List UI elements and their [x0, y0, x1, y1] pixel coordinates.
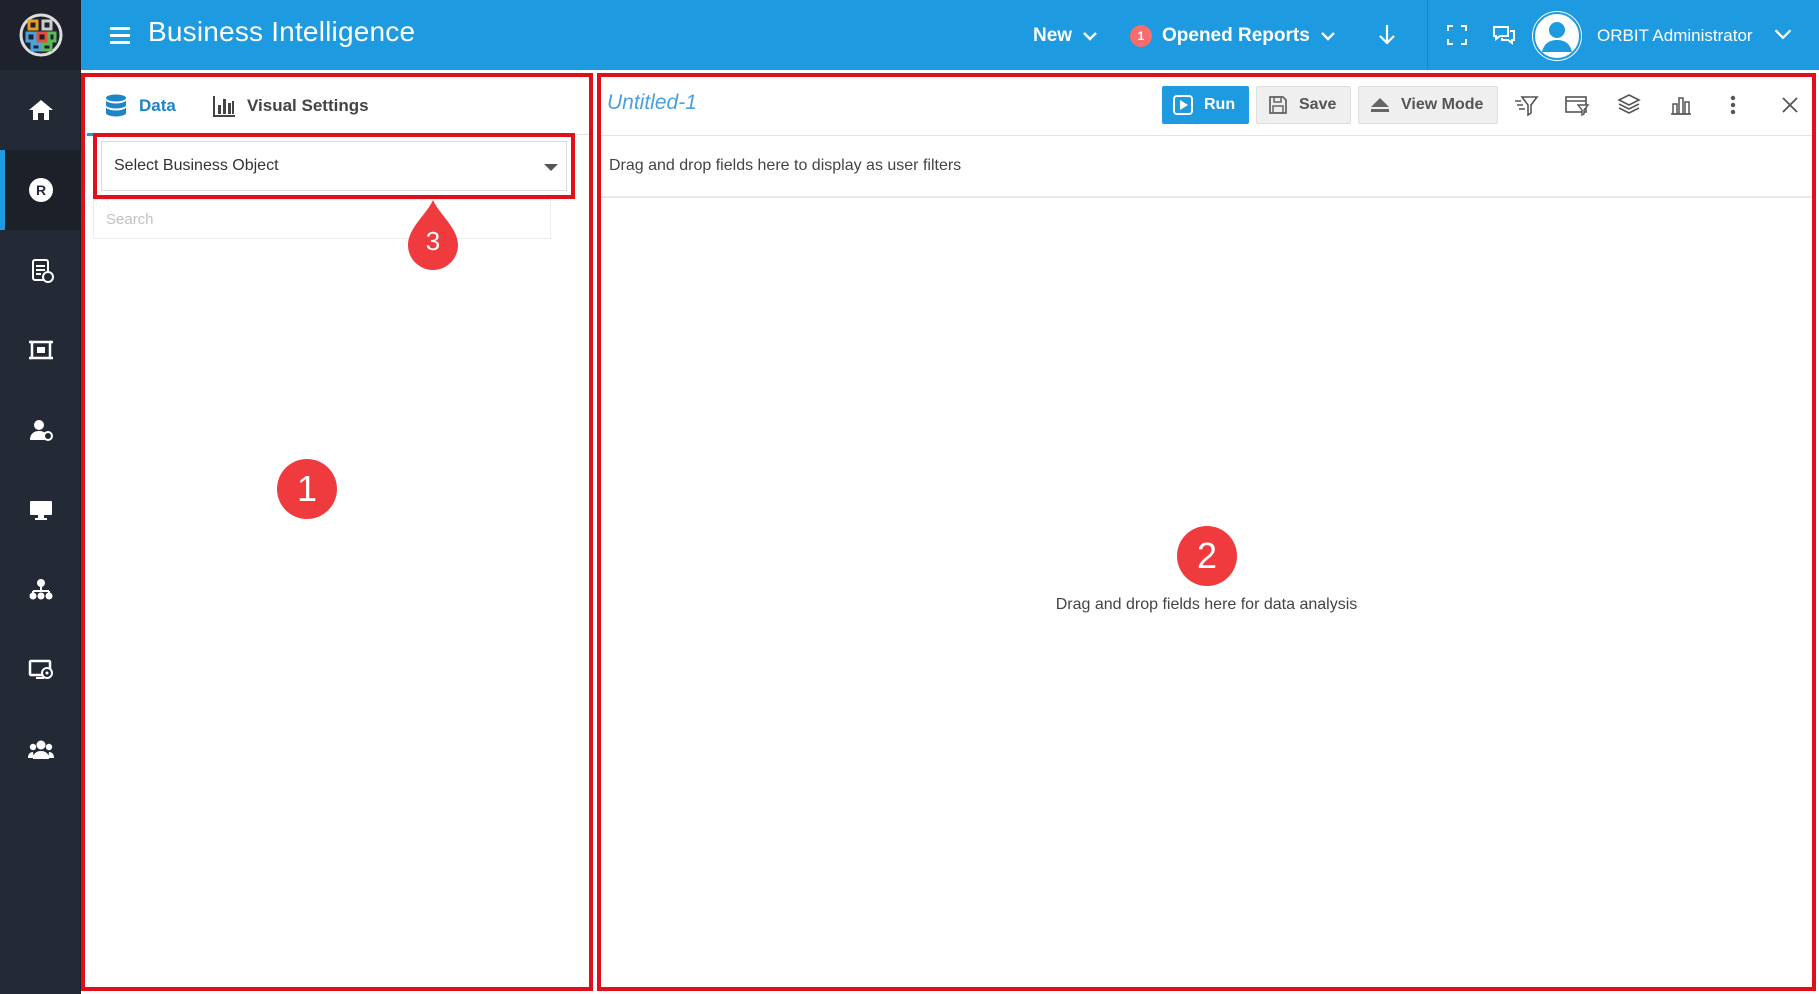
nav-rail: R — [0, 0, 81, 994]
nav-reports[interactable]: R — [0, 150, 81, 230]
report-designer-panel: Untitled-1 Run Save View Mode Drag and d… — [597, 73, 1816, 991]
more-vertical-icon[interactable] — [1720, 92, 1746, 118]
hierarchy-icon — [29, 579, 52, 600]
callout-marker-3: 3 — [406, 198, 460, 272]
search-input[interactable] — [93, 199, 551, 239]
dashboard-frame-icon — [28, 340, 53, 360]
app-logo[interactable] — [0, 0, 81, 70]
monitor-icon — [29, 501, 52, 520]
callout-marker-3-label: 3 — [425, 226, 441, 256]
tab-data[interactable]: Data — [87, 77, 196, 136]
chevron-down-icon — [1083, 32, 1097, 41]
report-title[interactable]: Untitled-1 — [607, 91, 697, 115]
orbit-logo-icon — [19, 13, 62, 57]
filter-panel-icon[interactable] — [1564, 92, 1590, 118]
callout-marker-1: 1 — [277, 459, 337, 519]
top-header: Business Intelligence New 1 Opened Repor… — [81, 0, 1819, 70]
dropdown-caret-icon — [544, 164, 558, 171]
user-settings-icon — [29, 420, 53, 441]
chevron-down-icon — [1320, 32, 1335, 41]
fullscreen-icon[interactable] — [1444, 22, 1470, 48]
chart-icon[interactable] — [1668, 92, 1694, 118]
analysis-drop-zone[interactable]: 2 Drag and drop fields here for data ana… — [601, 200, 1812, 987]
business-object-select-value: Select Business Object — [114, 157, 279, 174]
nav-user-settings[interactable] — [0, 390, 81, 470]
filter-icon[interactable] — [1513, 92, 1539, 118]
user-name[interactable]: ORBIT Administrator — [1597, 26, 1753, 46]
opened-reports-count-badge: 1 — [1130, 25, 1152, 47]
business-object-highlight: Select Business Object — [93, 133, 575, 199]
messages-icon[interactable] — [1491, 22, 1517, 48]
tab-data-label: Data — [139, 96, 176, 115]
nav-dashboards[interactable] — [0, 310, 81, 390]
save-floppy-icon — [1269, 96, 1287, 114]
opened-reports-label: Opened Reports — [1162, 25, 1310, 46]
tab-visual-settings[interactable]: Visual Settings — [211, 77, 369, 135]
nav-hierarchy[interactable] — [0, 550, 81, 630]
home-icon — [28, 100, 53, 120]
app-title: Business Intelligence — [148, 16, 416, 47]
screen-settings-icon — [28, 659, 53, 679]
new-menu-label: New — [1033, 25, 1073, 46]
view-mode-label: View Mode — [1401, 96, 1484, 113]
chevron-down-icon[interactable] — [1773, 24, 1793, 44]
header-divider — [1427, 0, 1428, 70]
save-button[interactable]: Save — [1256, 86, 1352, 124]
nav-screen-settings[interactable] — [0, 630, 81, 710]
nav-users[interactable] — [0, 710, 81, 790]
callout-marker-2: 2 — [1177, 526, 1237, 586]
data-panel: Data Visual Settings Select Business Obj… — [81, 73, 593, 991]
eject-icon — [1371, 98, 1389, 112]
new-menu-button[interactable]: New — [1033, 22, 1098, 50]
user-avatar[interactable] — [1532, 11, 1582, 61]
opened-reports-button[interactable]: 1 Opened Reports — [1130, 22, 1336, 50]
download-arrow-icon[interactable] — [1374, 22, 1400, 48]
layers-icon[interactable] — [1616, 92, 1642, 118]
tab-visual-settings-label: Visual Settings — [247, 96, 369, 115]
view-mode-button[interactable]: View Mode — [1358, 86, 1499, 124]
user-filters-hint: Drag and drop fields here to display as … — [609, 157, 962, 174]
panel-tabs: Data Visual Settings — [85, 77, 589, 136]
analysis-hint: Drag and drop fields here for data analy… — [1055, 596, 1358, 613]
user-filters-drop-zone[interactable]: Drag and drop fields here to display as … — [601, 136, 1812, 198]
save-label: Save — [1299, 96, 1337, 113]
users-group-icon — [27, 740, 54, 759]
nav-home[interactable] — [0, 70, 81, 150]
business-object-select[interactable]: Select Business Object — [101, 141, 567, 191]
database-icon — [106, 94, 126, 117]
nav-checklist[interactable] — [0, 230, 81, 310]
nav-monitor[interactable] — [0, 470, 81, 550]
reports-r-icon: R — [28, 178, 53, 202]
close-icon[interactable] — [1777, 92, 1803, 118]
bar-chart-icon — [213, 96, 235, 117]
svg-text:R: R — [35, 182, 45, 198]
run-button[interactable]: Run — [1162, 86, 1250, 124]
user-avatar-icon — [1533, 12, 1581, 60]
checklist-icon — [31, 259, 54, 283]
run-label: Run — [1204, 96, 1236, 113]
play-icon — [1173, 95, 1193, 115]
hamburger-menu-icon[interactable] — [109, 24, 131, 46]
